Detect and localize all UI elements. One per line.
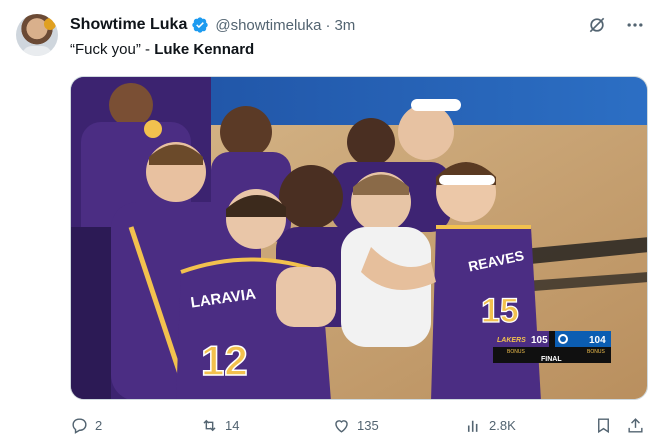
bookmark-icon — [598, 417, 609, 433]
more-options-button[interactable] — [624, 14, 646, 36]
share-button[interactable] — [626, 414, 645, 436]
views-bar-chart-icon — [467, 420, 478, 432]
jersey-left-number: 12 — [201, 337, 248, 384]
scorebug-away-bonus: BONUS — [587, 349, 605, 355]
post-media-image[interactable]: LARAVIA 12 REAVES 15 LAKERS 105 104 BONU… — [70, 76, 648, 400]
bookmark-button[interactable] — [594, 414, 613, 436]
like-button[interactable]: 135 — [332, 414, 379, 436]
reply-button[interactable]: 2 — [70, 414, 102, 436]
author-handle[interactable]: @showtimeluka — [215, 17, 321, 34]
views-button[interactable]: 2.8K — [464, 414, 516, 436]
post-text-dash: - — [140, 41, 155, 58]
share-icon — [628, 417, 643, 433]
scorebug-status: FINAL — [541, 356, 562, 363]
scorebug-away-score: 104 — [589, 335, 606, 346]
post-timestamp[interactable]: 3m — [334, 17, 355, 34]
post-text-bold: Luke Kennard — [154, 41, 255, 58]
separator-dot: · — [325, 16, 331, 34]
author-avatar[interactable] — [16, 14, 58, 56]
reply-count: 2 — [95, 417, 103, 433]
scorebug-home-abbr: LAKERS — [497, 337, 526, 344]
grok-icon — [589, 17, 605, 33]
avatar-badge — [44, 18, 56, 30]
post-top-actions — [586, 14, 646, 36]
scorebug-home-bonus: BONUS — [507, 349, 525, 355]
post-action-bar: 2 14 135 2.8K — [70, 414, 648, 436]
jersey-right-number: 15 — [481, 292, 519, 330]
views-count: 2.8K — [489, 417, 516, 433]
scorebug-home-score: 105 — [531, 335, 548, 346]
repost-button[interactable]: 14 — [200, 414, 239, 436]
verified-badge-icon — [192, 17, 209, 33]
post-text-quote: “Fuck you” — [70, 41, 141, 58]
more-horizontal-icon — [627, 23, 643, 27]
scorebug: LAKERS 105 104 BONUS BONUS FINAL — [493, 331, 611, 363]
celebration-photo: LARAVIA 12 REAVES 15 LAKERS 105 104 BONU… — [71, 77, 647, 399]
post-header: Showtime Luka @showtimeluka · 3m — [70, 14, 355, 36]
repost-count: 14 — [225, 417, 240, 433]
repost-icon — [203, 419, 216, 431]
author-name[interactable]: Showtime Luka — [70, 16, 187, 34]
post-text: “Fuck you” - Luke Kennard — [70, 40, 254, 60]
like-count: 135 — [357, 417, 379, 433]
grok-button[interactable] — [586, 14, 608, 36]
avatar-shirt — [22, 46, 52, 56]
heart-icon — [335, 419, 348, 433]
reply-icon — [72, 417, 87, 434]
